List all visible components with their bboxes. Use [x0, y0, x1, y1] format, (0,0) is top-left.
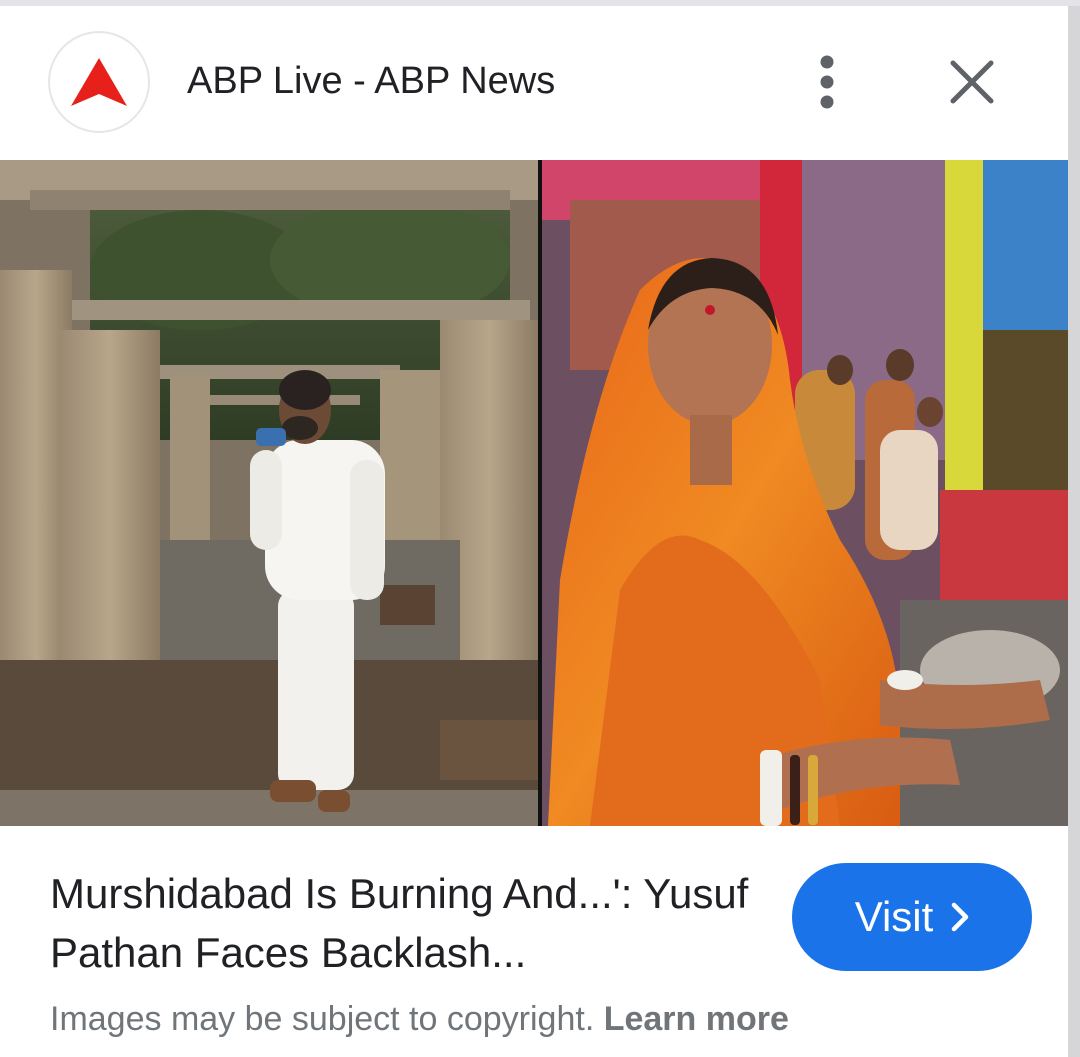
visit-button[interactable]: Visit — [792, 863, 1032, 971]
copyright-text: Images may be subject to copyright. — [50, 1000, 595, 1038]
preview-header: ABP Live - ABP News — [0, 6, 1068, 160]
left-photo — [0, 160, 538, 826]
right-photo — [542, 160, 1068, 826]
close-button[interactable] — [937, 47, 1007, 117]
abp-logo-icon — [71, 58, 127, 106]
visit-label: Visit — [854, 893, 934, 940]
source-favicon[interactable] — [48, 31, 150, 133]
learn-more-link[interactable]: Learn more — [604, 1000, 789, 1038]
image-preview[interactable] — [0, 160, 1068, 826]
source-title[interactable]: ABP Live - ABP News — [187, 57, 555, 105]
article-title[interactable]: Murshidabad Is Burning And...': Yusuf Pa… — [50, 864, 750, 982]
scrollbar[interactable] — [1068, 6, 1080, 1057]
preview-photo — [0, 160, 1068, 826]
more-vert-icon — [820, 55, 834, 109]
close-icon — [950, 60, 994, 104]
chevron-right-icon — [952, 902, 969, 932]
more-options-button[interactable] — [797, 46, 857, 118]
copyright-notice: Images may be subject to copyright. Lear… — [50, 998, 789, 1040]
result-footer: Murshidabad Is Burning And...': Yusuf Pa… — [0, 826, 1068, 1057]
